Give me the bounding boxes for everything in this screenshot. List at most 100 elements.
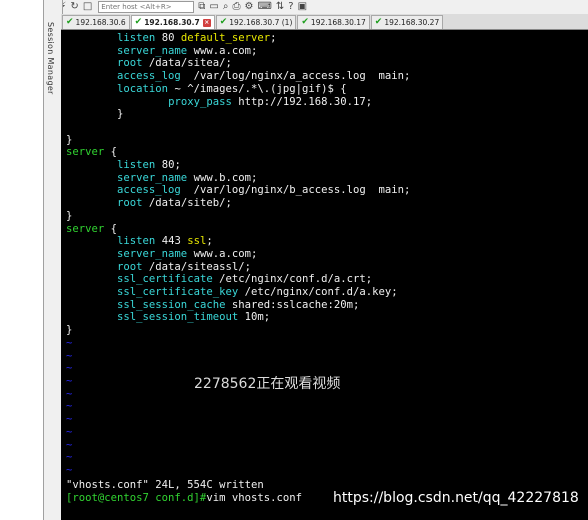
terminal-token: www.a.com; (187, 44, 258, 57)
session-tabs: ✔ 192.168.30.6 ✔ 192.168.30.7 × ✔ 192.168.30.7… (61, 14, 588, 30)
terminal-token: ssl_session_cache (117, 298, 226, 311)
terminal-line: } (66, 324, 410, 337)
vim-empty-line: ~ (66, 438, 73, 451)
terminal-token: www.a.com; (187, 247, 258, 260)
terminal-token: root (117, 57, 143, 70)
terminal-token: /etc/nginx/conf.d/a.crt; (212, 273, 373, 286)
terminal-token: listen (117, 32, 156, 44)
session-tab[interactable]: ✔ 192.168.30.7 × (130, 15, 215, 29)
vim-empty-line: ~ (66, 425, 73, 438)
session-manager-label: Session Manager (46, 22, 55, 95)
terminal-line: server_name www.a.com; (66, 45, 410, 58)
terminal-token: } (66, 133, 73, 146)
sftp-icon[interactable]: ⇅ (276, 1, 284, 13)
session-tab[interactable]: ✔ 192.168.30.17 (297, 15, 370, 29)
terminal-token: www.b.com; (187, 171, 258, 184)
terminal-line: root /data/sitea/; (66, 57, 410, 70)
terminal-line: ssl_session_timeout 10m; (66, 311, 410, 324)
close-tab-icon[interactable]: × (202, 18, 211, 27)
terminal-line: ssl_certificate_key /etc/nginx/conf.d/a.… (66, 286, 410, 299)
terminal-token: { (104, 222, 118, 235)
session-tab-label: 192.168.30.17 (310, 18, 366, 27)
terminal-token: /etc/nginx/conf.d/a.key; (238, 286, 398, 299)
paste-icon[interactable]: ▭ (209, 1, 218, 13)
vim-empty-line: ~ (66, 413, 73, 426)
keymap-icon[interactable]: ⌨ (257, 1, 271, 13)
prompt-line: [root@centos7 conf.d]#vim vhosts.conf (66, 492, 302, 505)
terminal-line: server { (66, 146, 410, 159)
terminal-token: listen (117, 159, 156, 172)
terminal-token: /var/log/nginx/b_access.log main; (180, 184, 411, 197)
terminal-line: ssl_session_cache shared:sslcache:20m; (66, 299, 410, 312)
terminal-token: } (66, 209, 73, 222)
terminal-token: ssl_certificate (117, 273, 213, 286)
session-tab-label: 192.168.30.7 (144, 18, 200, 27)
terminal-line: access_log /var/log/nginx/b_access.log m… (66, 184, 410, 197)
terminal-line: server_name www.a.com; (66, 248, 410, 261)
find-icon[interactable]: ⌕ (223, 1, 229, 13)
terminal-token: ~ ^/images/.*\.(jpg|gif)$ { (168, 82, 347, 95)
vim-empty-line: ~ (66, 463, 73, 476)
settings-icon[interactable]: ⚙ (244, 1, 253, 13)
terminal-line: location ~ ^/images/.*\.(jpg|gif)$ { (66, 83, 410, 96)
terminal-token: location (117, 82, 169, 95)
print-icon[interactable]: ⎙ (232, 1, 240, 13)
session-tab[interactable]: ✔ 192.168.30.6 (62, 15, 130, 29)
connected-check-icon: ✔ (219, 17, 228, 27)
viewer-watermark: 2278562正在观看视频 (194, 376, 341, 392)
terminal-line: root /data/siteassl/; (66, 261, 410, 274)
terminal-token: access_log (117, 70, 181, 83)
host-input[interactable] (98, 1, 195, 13)
terminal-token: 443 (155, 235, 188, 248)
terminal-token: server_name (117, 171, 188, 184)
vim-empty-line: ~ (66, 336, 73, 349)
copy-icon[interactable]: ⧉ (198, 1, 205, 13)
terminal-token: /data/siteb/; (142, 197, 232, 210)
terminal-token: default_server (180, 32, 271, 44)
vim-empty-line: ~ (66, 451, 73, 464)
help-icon[interactable]: ? (288, 1, 293, 13)
terminal-token: access_log (117, 184, 181, 197)
terminal-line: listen 443 ssl; (66, 235, 410, 248)
terminal-line: ssl_certificate /etc/nginx/conf.d/a.crt; (66, 273, 410, 286)
session-tab[interactable]: ✔ 192.168.30.7 (1) (215, 15, 297, 29)
terminal-token: ssl_certificate_key (117, 286, 239, 299)
terminal-token: listen (117, 235, 156, 248)
connected-check-icon: ✔ (66, 17, 74, 27)
terminal-token: root (117, 260, 143, 273)
terminal-token: /var/log/nginx/a_access.log main; (180, 70, 411, 83)
terminal-line: server { (66, 223, 410, 236)
disconnect-icon[interactable]: □ (83, 1, 92, 13)
reconnect-icon[interactable]: ↻ (70, 1, 78, 13)
terminal-content: listen 80 default_server; server_name ww… (66, 32, 410, 477)
terminal-line: server_name www.b.com; (66, 172, 410, 185)
session-tab-label: 192.168.30.7 (1) (229, 18, 293, 27)
terminal-token: ; (270, 32, 277, 44)
terminal[interactable]: listen 80 default_server; server_name ww… (61, 30, 588, 520)
session-tab-label: 192.168.30.27 (384, 18, 440, 27)
terminal-line: access_log /var/log/nginx/a_access.log m… (66, 70, 410, 83)
terminal-token: { (104, 146, 118, 159)
vim-empty-line: ~ (66, 400, 73, 413)
session-manager-panel[interactable]: Session Manager (43, 0, 63, 520)
screen-icon[interactable]: ▣ (298, 1, 307, 13)
terminal-token: ssl_session_timeout (117, 311, 239, 324)
terminal-token: 80 (155, 32, 181, 44)
session-tab[interactable]: ✔ 192.168.30.27 (370, 15, 444, 29)
status-line: "vhosts.conf" 24L, 554C written (66, 479, 264, 491)
terminal-token: 80; (155, 159, 181, 172)
